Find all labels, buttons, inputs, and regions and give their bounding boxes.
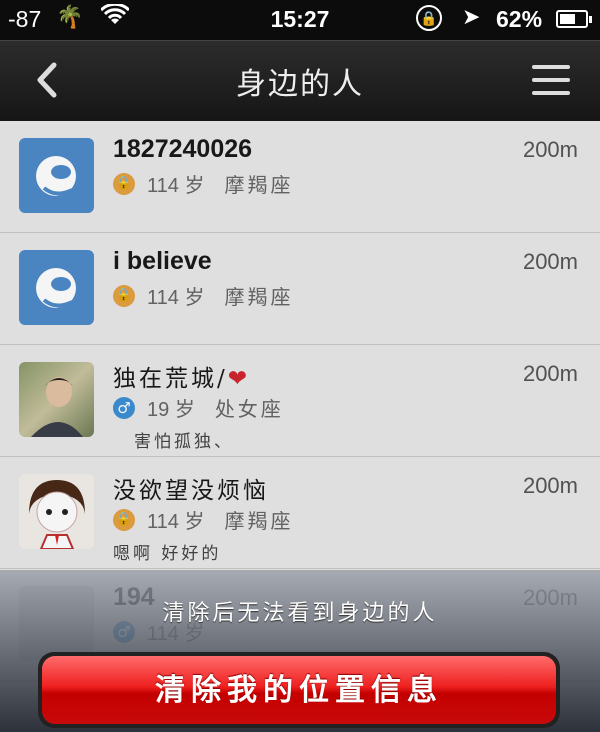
status-bar: -87 🌴 15:27 🔒 ➤ 62% (0, 0, 600, 40)
page-title: 身边的人 (236, 67, 364, 102)
rotation-lock-icon: 🔒 (416, 5, 442, 31)
hamburger-icon (532, 65, 570, 69)
clear-location-button[interactable]: 清除我的位置信息 (42, 656, 556, 724)
battery-icon (556, 10, 592, 28)
nav-bar: 身边的人 (0, 40, 600, 121)
location-arrow-icon: ➤ (462, 4, 481, 29)
menu-button[interactable] (532, 65, 570, 95)
battery-percent: 62% (496, 6, 543, 32)
clear-location-button-frame: 清除我的位置信息 (38, 652, 560, 728)
sheet-message: 清除后无法看到身边的人 (162, 601, 438, 626)
action-sheet: 清除后无法看到身边的人 清除我的位置信息 (0, 570, 600, 732)
